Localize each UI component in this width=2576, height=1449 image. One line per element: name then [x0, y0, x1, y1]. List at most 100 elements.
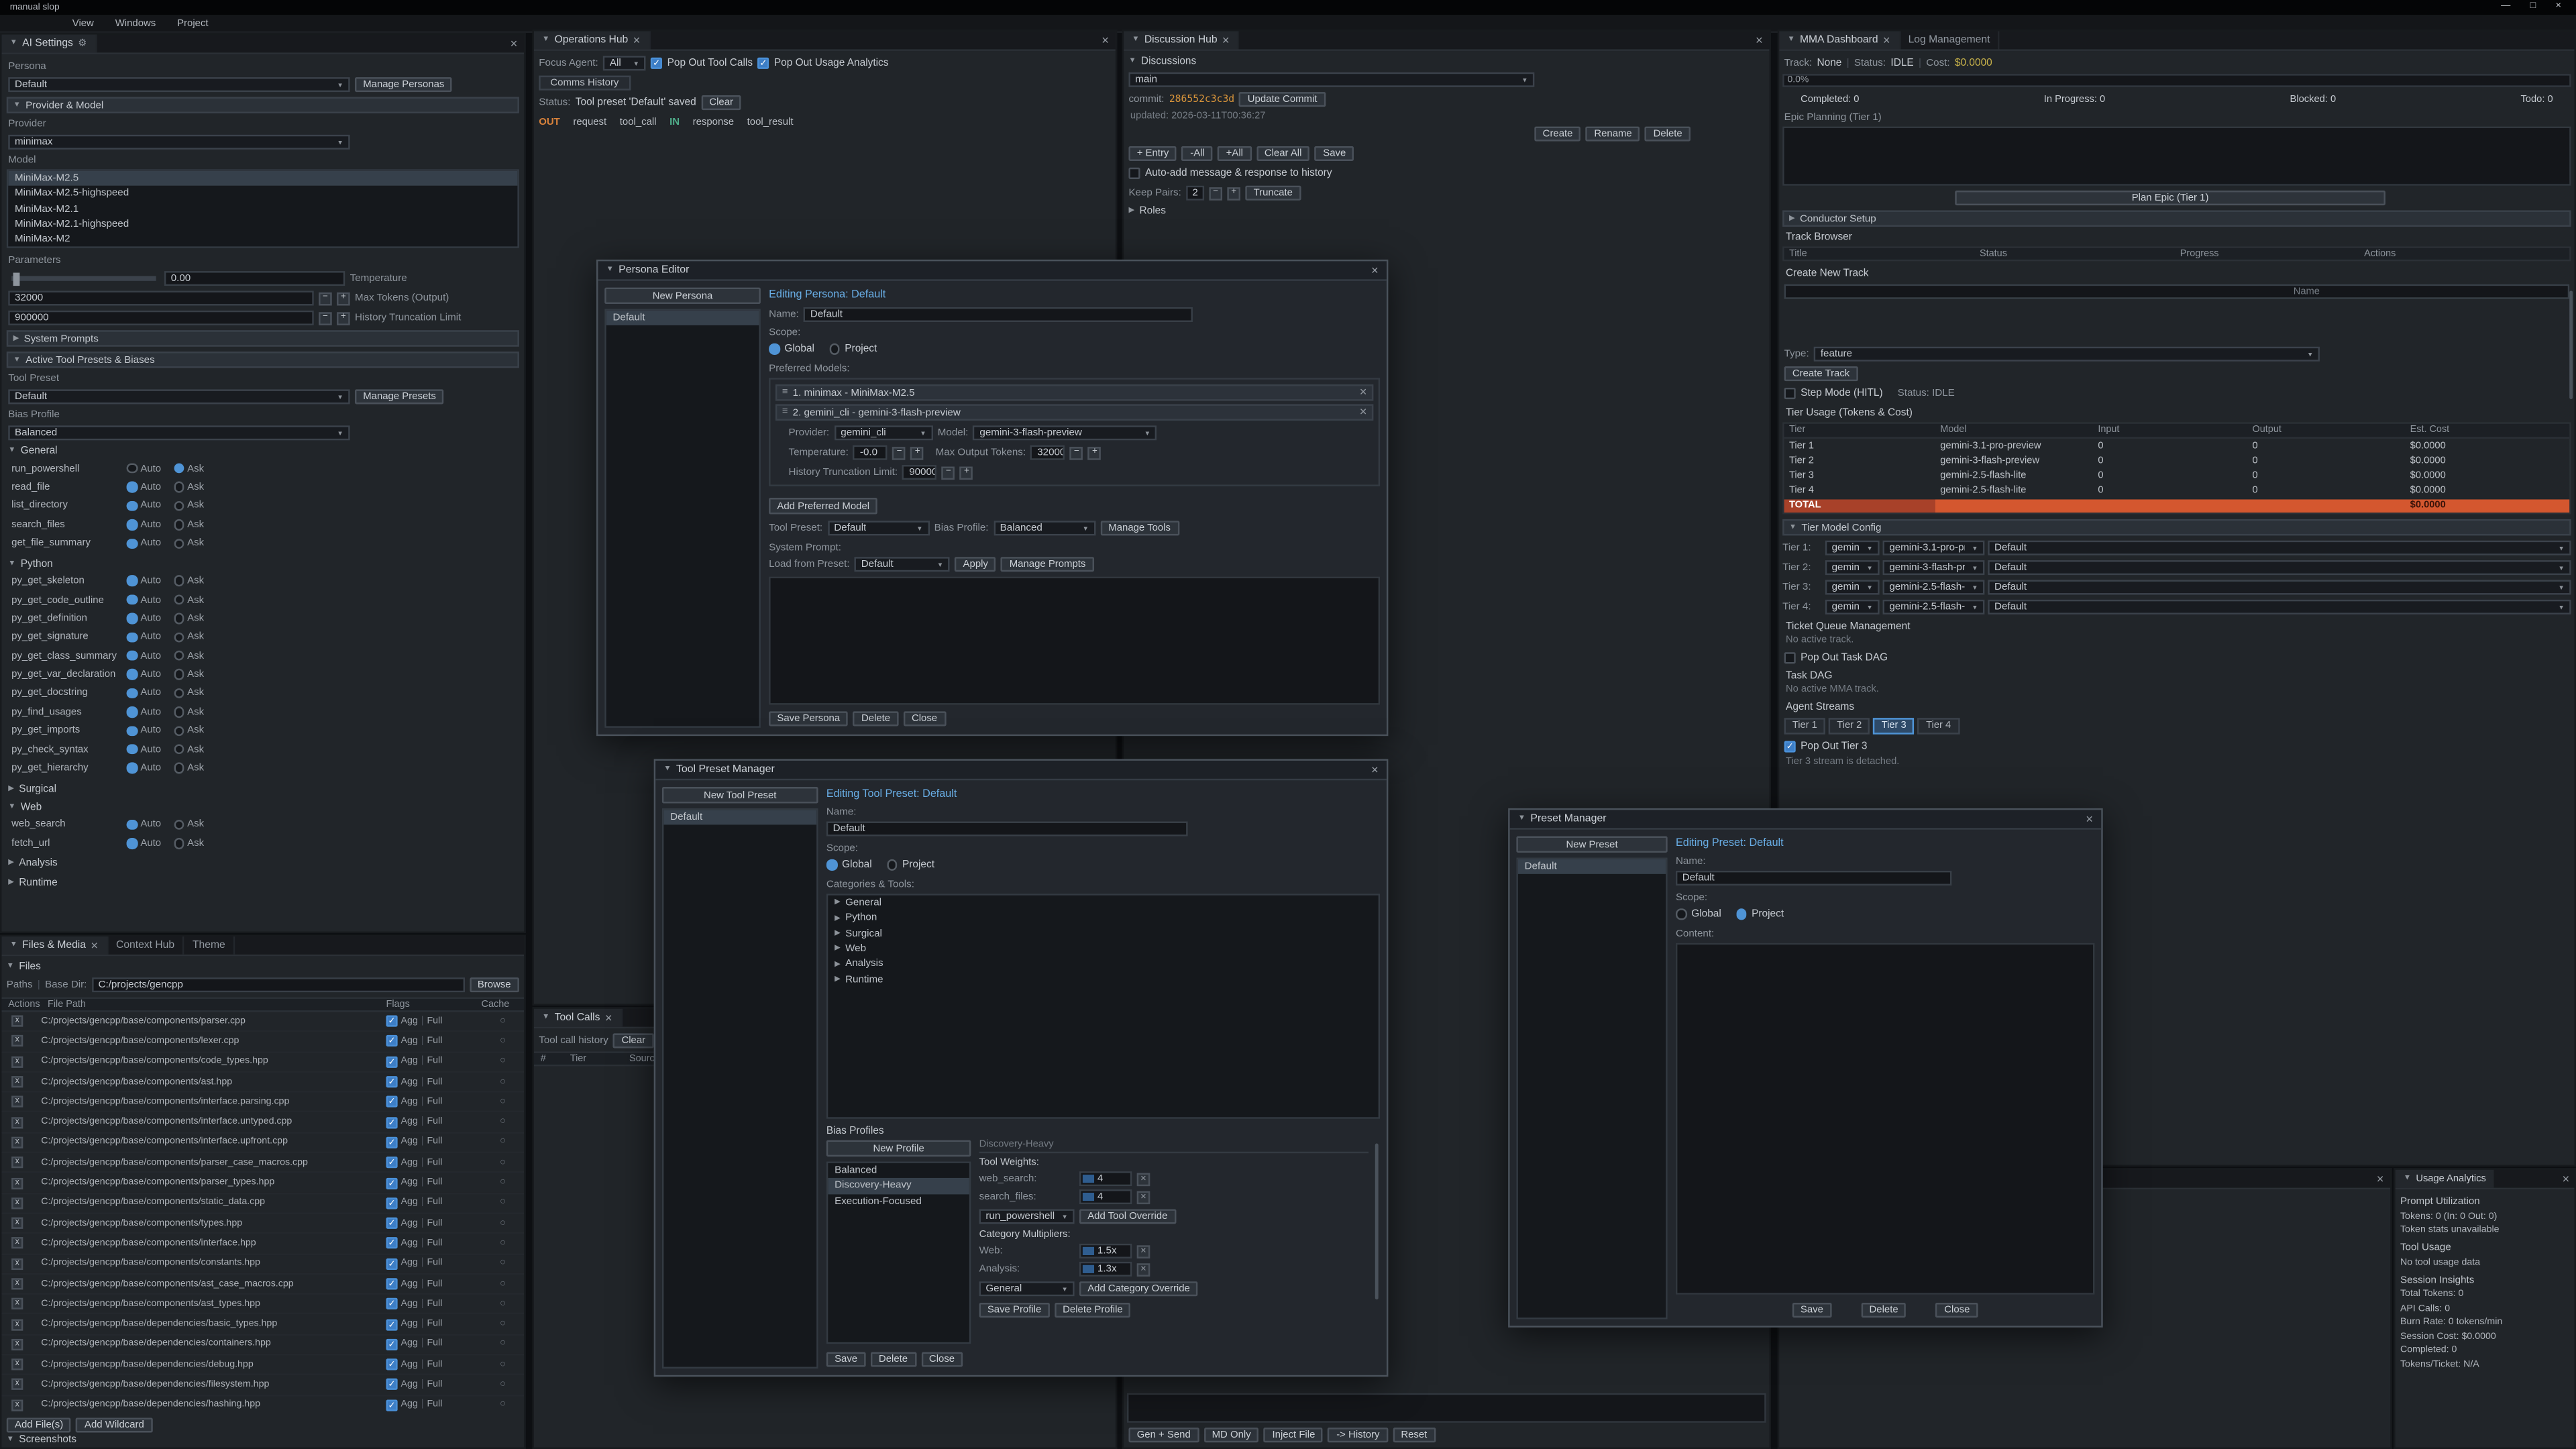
tier-prompt-select[interactable]: Default: [1988, 600, 2571, 615]
agg-checkbox[interactable]: [386, 1399, 398, 1411]
increment-button[interactable]: [1227, 186, 1240, 200]
message-input[interactable]: [1127, 1393, 1766, 1423]
manage-prompts-button[interactable]: Manage Prompts: [1002, 557, 1094, 572]
bias-profile-select[interactable]: Balanced: [994, 521, 1095, 535]
stream-tab-tier3[interactable]: Tier 3: [1873, 718, 1915, 735]
ask-radio[interactable]: [173, 500, 184, 511]
delete-profile-button[interactable]: Delete Profile: [1055, 1303, 1131, 1318]
create-track-button[interactable]: Create Track: [1784, 366, 1858, 381]
agg-checkbox[interactable]: [386, 1096, 398, 1108]
auto-radio[interactable]: [127, 706, 138, 717]
section-conductor-setup[interactable]: Conductor Setup: [1782, 210, 2571, 226]
remove-file-button[interactable]: [11, 1096, 23, 1108]
remove-file-button[interactable]: [11, 1137, 23, 1148]
agg-checkbox[interactable]: [386, 1177, 398, 1189]
close-icon[interactable]: [1371, 264, 1379, 276]
ask-radio[interactable]: [173, 669, 184, 680]
category-node[interactable]: General: [828, 896, 1378, 911]
add-category-override-button[interactable]: Add Category Override: [1079, 1281, 1198, 1296]
agg-checkbox[interactable]: [386, 1319, 398, 1330]
agg-checkbox[interactable]: [386, 1116, 398, 1128]
history-limit-input[interactable]: 900000: [902, 465, 936, 480]
full-toggle[interactable]: Full: [427, 1279, 442, 1289]
preferred-model-select[interactable]: gemini-3-flash-preview: [973, 425, 1157, 440]
scrollbar-thumb[interactable]: [1375, 1143, 1379, 1299]
section-system-prompts[interactable]: System Prompts: [7, 330, 519, 346]
full-toggle[interactable]: Full: [427, 1400, 442, 1410]
close-icon[interactable]: [1371, 763, 1379, 775]
close-dialog-button[interactable]: Close: [921, 1352, 963, 1367]
decrement-button[interactable]: [1209, 186, 1222, 200]
save-preset-button[interactable]: Save: [1792, 1303, 1832, 1318]
auto-radio[interactable]: [127, 632, 138, 643]
roles-section-node[interactable]: Roles: [1128, 205, 1764, 217]
comms-history-tab[interactable]: Comms History: [539, 76, 630, 91]
remove-file-button[interactable]: [11, 1056, 23, 1067]
tier-provider-select[interactable]: gemini: [1825, 541, 1880, 556]
base-dir-input[interactable]: C:/projects/gencpp: [92, 977, 464, 992]
tool-preset-manager-titlebar[interactable]: Tool Preset Manager: [655, 761, 1387, 780]
remove-file-button[interactable]: [11, 1218, 23, 1229]
discussion-action-button[interactable]: Gen + Send: [1128, 1428, 1199, 1442]
drag-handle-icon[interactable]: [782, 407, 788, 417]
decrement-button[interactable]: [893, 446, 906, 460]
remove-file-button[interactable]: [11, 1379, 23, 1391]
ask-radio[interactable]: [173, 482, 184, 492]
decrement-button[interactable]: [1070, 446, 1083, 460]
window-close-icon[interactable]: [2556, 3, 2561, 12]
stream-tab-tier4[interactable]: Tier 4: [1918, 718, 1960, 735]
apply-button[interactable]: Apply: [955, 557, 996, 572]
agg-checkbox[interactable]: [386, 1238, 398, 1249]
agg-checkbox[interactable]: [386, 1197, 398, 1209]
track-name-input[interactable]: Name: [1784, 284, 2570, 299]
tool-group-surgical[interactable]: Surgical: [8, 781, 517, 796]
gear-icon[interactable]: [78, 39, 87, 49]
discussion-action-button[interactable]: -> History: [1328, 1428, 1388, 1442]
scope-global-radio[interactable]: [826, 859, 837, 870]
minimize-icon[interactable]: [2501, 3, 2510, 12]
auto-radio[interactable]: [127, 819, 138, 830]
full-toggle[interactable]: Full: [427, 1016, 442, 1026]
tool-preset-select[interactable]: Default: [8, 389, 350, 404]
ask-radio[interactable]: [173, 744, 184, 755]
auto-radio[interactable]: [127, 482, 138, 492]
tool-preset-list-item[interactable]: Default: [663, 810, 816, 825]
preset-content-textarea[interactable]: [1676, 943, 2094, 1295]
model-option[interactable]: MiniMax-M2: [8, 232, 517, 248]
remove-file-button[interactable]: [11, 1177, 23, 1189]
close-dialog-button[interactable]: Close: [1936, 1303, 1978, 1318]
plan-epic-button[interactable]: Plan Epic (Tier 1): [1955, 191, 2385, 205]
tier-model-select[interactable]: gemini-3.1-pro-preview: [1883, 541, 1985, 556]
slider-handle[interactable]: [13, 272, 20, 285]
discussion-select[interactable]: main: [1128, 72, 1534, 87]
new-preset-button[interactable]: New Preset: [1516, 837, 1667, 853]
tool-group-analysis[interactable]: Analysis: [8, 856, 517, 871]
save-tool-preset-button[interactable]: Save: [826, 1352, 866, 1367]
tier-model-select[interactable]: gemini-2.5-flash-lite: [1883, 600, 1985, 615]
auto-radio[interactable]: [127, 594, 138, 605]
save-profile-button[interactable]: Save Profile: [979, 1303, 1050, 1318]
full-toggle[interactable]: Full: [427, 1097, 442, 1107]
rename-discussion-button[interactable]: Rename: [1586, 127, 1640, 142]
stream-tab-tier2[interactable]: Tier 2: [1829, 718, 1870, 735]
tab-mma-dashboard[interactable]: MMA Dashboard: [1779, 32, 1900, 50]
epic-planning-textarea[interactable]: [1782, 127, 2571, 186]
scope-project-radio[interactable]: [829, 343, 840, 354]
auto-radio[interactable]: [127, 838, 138, 849]
drag-handle-icon[interactable]: [782, 388, 788, 398]
agg-checkbox[interactable]: [386, 1359, 398, 1371]
auto-radio[interactable]: [127, 651, 138, 661]
tab-files-media[interactable]: Files & Media: [1, 936, 107, 955]
pop-out-usage-checkbox[interactable]: [757, 58, 769, 69]
bias-profile-item[interactable]: Execution-Focused: [828, 1193, 969, 1209]
full-toggle[interactable]: Full: [427, 1340, 442, 1350]
preferred-model-row[interactable]: 2. gemini_cli - gemini-3-flash-preview: [775, 404, 1373, 420]
max-output-input[interactable]: 32000: [1030, 445, 1065, 460]
tier-provider-select[interactable]: gemini: [1825, 581, 1880, 596]
increment-button[interactable]: [960, 466, 973, 479]
manage-personas-button[interactable]: Manage Personas: [355, 77, 453, 92]
delete-tool-preset-button[interactable]: Delete: [871, 1352, 916, 1367]
auto-radio[interactable]: [127, 500, 138, 511]
agg-checkbox[interactable]: [386, 1218, 398, 1229]
remove-file-button[interactable]: [11, 1298, 23, 1309]
